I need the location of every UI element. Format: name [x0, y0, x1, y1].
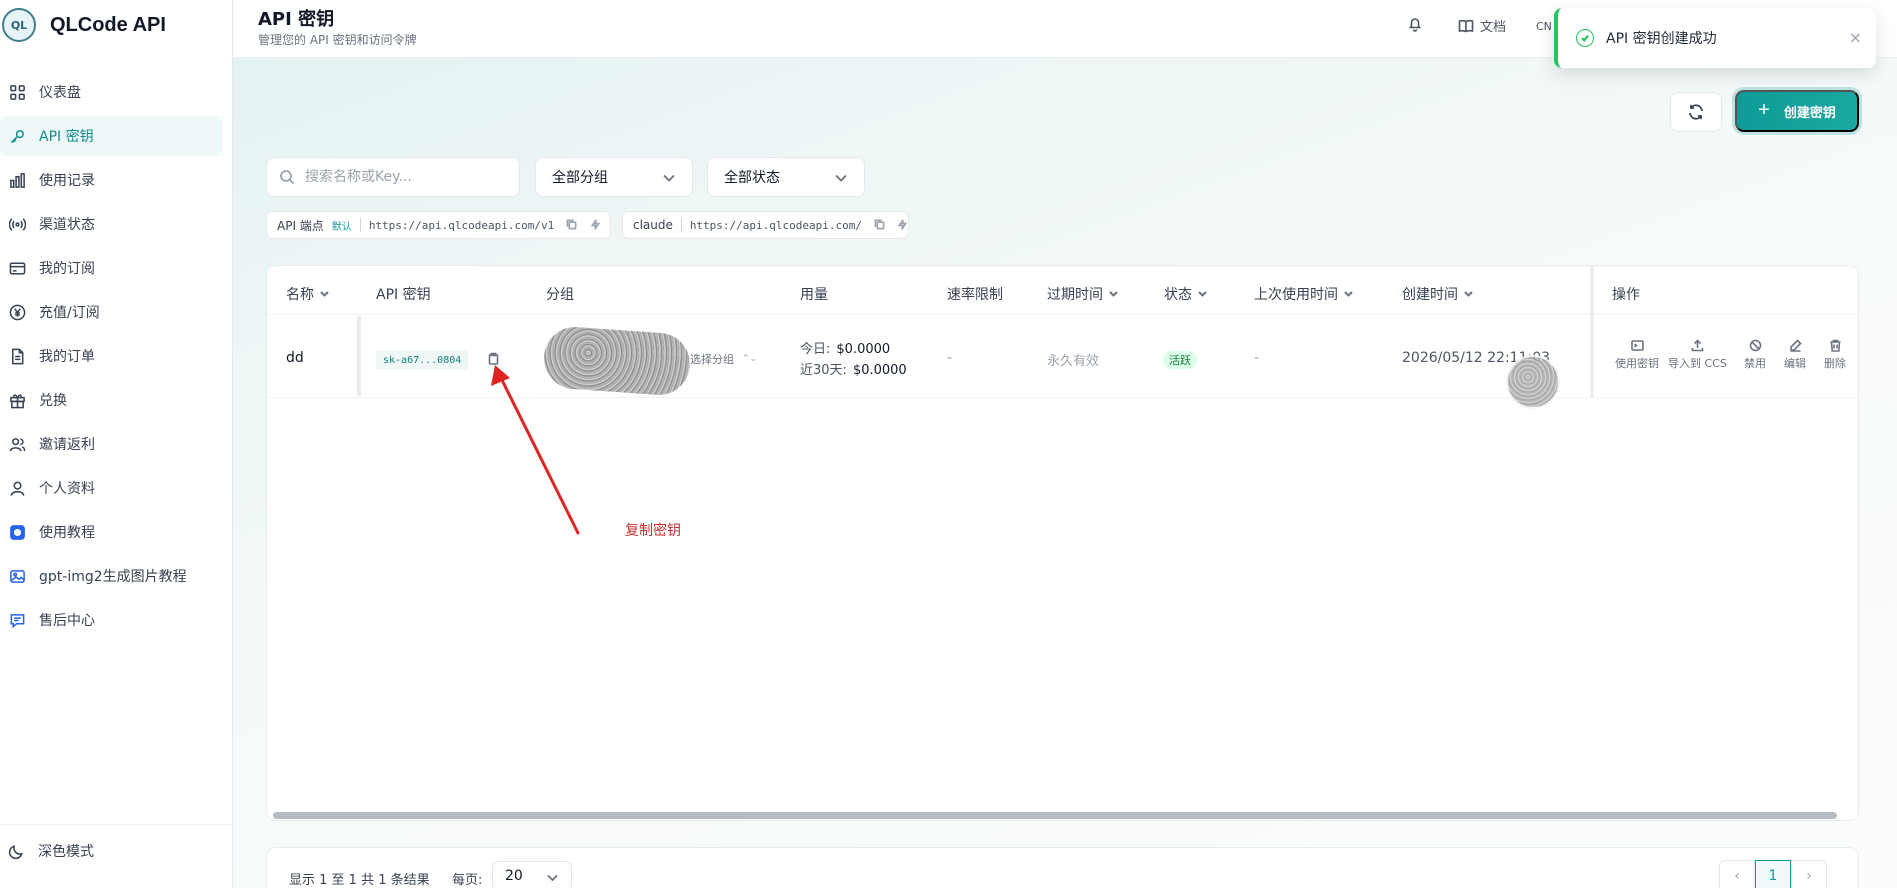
chat-icon	[8, 611, 26, 629]
per-page-value: 20	[505, 868, 523, 884]
sidebar-nav: 仪表盘 API 密钥 使用记录 渠道状态 我的订阅 充值/订阅 我的订单 兑换	[0, 72, 232, 644]
sidebar: QL QLCode API 仪表盘 API 密钥 使用记录 渠道状态 我的订阅 …	[0, 0, 233, 888]
sidebar-item-label: 邀请返利	[39, 437, 95, 453]
users-icon	[8, 435, 26, 453]
sidebar-item-tutorial[interactable]: 使用教程	[0, 512, 222, 552]
sidebar-item-support[interactable]: 售后中心	[0, 600, 222, 640]
brand-name: QLCode API	[50, 13, 166, 36]
sidebar-item-redeem[interactable]: 兑换	[0, 380, 222, 420]
image-icon	[8, 567, 26, 585]
sidebar-item-label: gpt-img2生成图片教程	[39, 569, 187, 585]
sidebar-item-api-keys[interactable]: API 密钥	[0, 116, 222, 156]
broadcast-icon	[8, 215, 26, 233]
yen-icon	[8, 303, 26, 321]
sidebar-item-orders[interactable]: 我的订单	[0, 336, 222, 376]
grid-icon	[8, 83, 26, 101]
sidebar-item-referral[interactable]: 邀请返利	[0, 424, 222, 464]
moon-icon	[8, 844, 23, 859]
sidebar-item-recharge[interactable]: 充值/订阅	[0, 292, 222, 332]
tutorial-icon	[8, 523, 26, 541]
sidebar-item-profile[interactable]: 个人资料	[0, 468, 222, 508]
bar-chart-icon	[8, 171, 26, 189]
user-icon	[8, 479, 26, 497]
dark-mode-label: 深色模式	[38, 844, 94, 860]
annotation-label: 复制密钥	[625, 523, 681, 539]
sidebar-item-label: 个人资料	[39, 481, 95, 497]
pagination-summary: 显示 1 至 1 共 1 条结果	[289, 873, 430, 888]
sidebar-footer: 深色模式	[0, 824, 232, 888]
sidebar-item-label: 使用记录	[39, 173, 95, 189]
sidebar-item-label: 使用教程	[39, 525, 95, 541]
main-content: API 密钥 管理您的 API 密钥和访问令牌 文档 CN API 密钥创建成功…	[233, 0, 1897, 888]
document-icon	[8, 347, 26, 365]
sidebar-item-label: 仪表盘	[39, 85, 81, 101]
sidebar-item-label: 渠道状态	[39, 217, 95, 233]
sidebar-item-label: 售后中心	[39, 613, 95, 629]
dark-mode-toggle[interactable]: 深色模式	[8, 841, 94, 861]
gift-icon	[8, 391, 26, 409]
sidebar-item-usage[interactable]: 使用记录	[0, 160, 222, 200]
per-page-select[interactable]: 20	[492, 861, 572, 888]
annotation-arrow	[491, 365, 580, 535]
sidebar-item-dashboard[interactable]: 仪表盘	[0, 72, 222, 112]
sidebar-item-subscriptions[interactable]: 我的订阅	[0, 248, 222, 288]
key-icon	[8, 127, 26, 145]
sidebar-item-label: 充值/订阅	[39, 305, 100, 321]
chevron-down-icon	[547, 874, 558, 882]
card-icon	[8, 259, 26, 277]
brand-logo: QL	[2, 8, 36, 42]
sidebar-item-gpt-img2-tutorial[interactable]: gpt-img2生成图片教程	[0, 556, 222, 596]
sidebar-item-label: 我的订阅	[39, 261, 95, 277]
page-1-button[interactable]: 1	[1755, 860, 1791, 888]
brand[interactable]: QL QLCode API	[0, 8, 166, 42]
prev-page-button[interactable]: ‹	[1719, 860, 1755, 888]
sidebar-item-label: 我的订单	[39, 349, 95, 365]
per-page-label: 每页:	[452, 873, 483, 888]
sidebar-item-channel-status[interactable]: 渠道状态	[0, 204, 222, 244]
next-page-button[interactable]: ›	[1791, 860, 1827, 888]
sidebar-item-label: API 密钥	[39, 129, 94, 145]
sidebar-item-label: 兑换	[39, 393, 67, 409]
